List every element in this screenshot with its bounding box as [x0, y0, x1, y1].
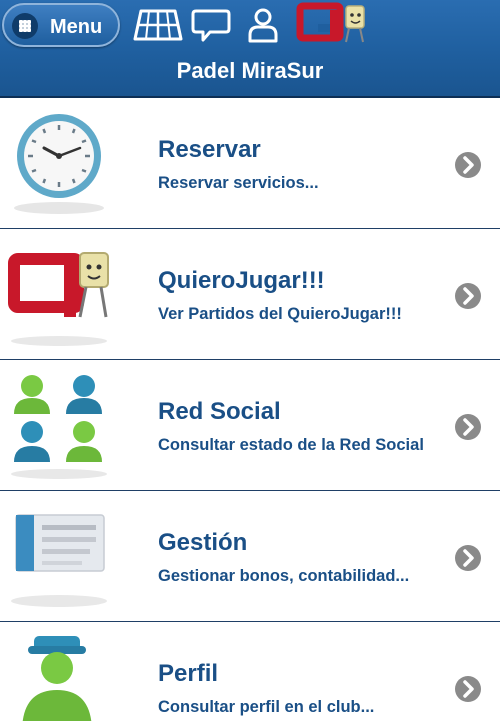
menu-list: Reservar Reservar servicios... QuieroJug… [0, 96, 500, 721]
item-label: Perfil [158, 660, 219, 687]
item-description: Consultar estado de la Red Social [158, 436, 424, 454]
item-label: Gestión [158, 529, 248, 556]
user-icon[interactable] [246, 5, 280, 45]
clock-icon [14, 114, 104, 214]
grid-menu-icon [12, 13, 38, 39]
quierojugar-logo-icon [8, 252, 109, 346]
item-label: Reservar [158, 136, 261, 163]
page-title: Padel MiraSur [176, 58, 324, 83]
item-label: QuieroJugar!!! [158, 267, 325, 294]
chevron-right-icon[interactable] [454, 675, 482, 703]
header-bar: Menu Padel MiraSur [0, 0, 500, 96]
chat-icon[interactable] [190, 5, 232, 45]
menu-button[interactable]: Menu [2, 3, 120, 47]
list-item-reservar[interactable]: Reservar Reservar servicios... [0, 98, 500, 229]
item-description: Gestionar bonos, contabilidad... [158, 567, 410, 585]
people-group-icon [11, 375, 107, 479]
menu-label: Menu [50, 16, 103, 38]
item-description: Ver Partidos del QuieroJugar!!! [158, 305, 402, 323]
court-icon[interactable] [132, 5, 184, 45]
item-label: Red Social [158, 398, 281, 425]
quierojugar-logo-icon[interactable] [296, 2, 374, 46]
chevron-right-icon[interactable] [454, 413, 482, 441]
list-item-perfil[interactable]: Perfil Consultar perfil en el club... [0, 622, 500, 721]
list-item-quierojugar[interactable]: QuieroJugar!!! Ver Partidos del QuieroJu… [0, 229, 500, 360]
list-item-gestion[interactable]: Gestión Gestionar bonos, contabilidad... [0, 491, 500, 622]
document-icon [11, 514, 107, 607]
player-profile-icon [22, 636, 92, 721]
item-description: Consultar perfil en el club... [158, 698, 375, 716]
chevron-right-icon[interactable] [454, 544, 482, 572]
list-item-red-social[interactable]: Red Social Consultar estado de la Red So… [0, 360, 500, 491]
item-description: Reservar servicios... [158, 174, 319, 192]
chevron-right-icon[interactable] [454, 151, 482, 179]
chevron-right-icon[interactable] [454, 282, 482, 310]
